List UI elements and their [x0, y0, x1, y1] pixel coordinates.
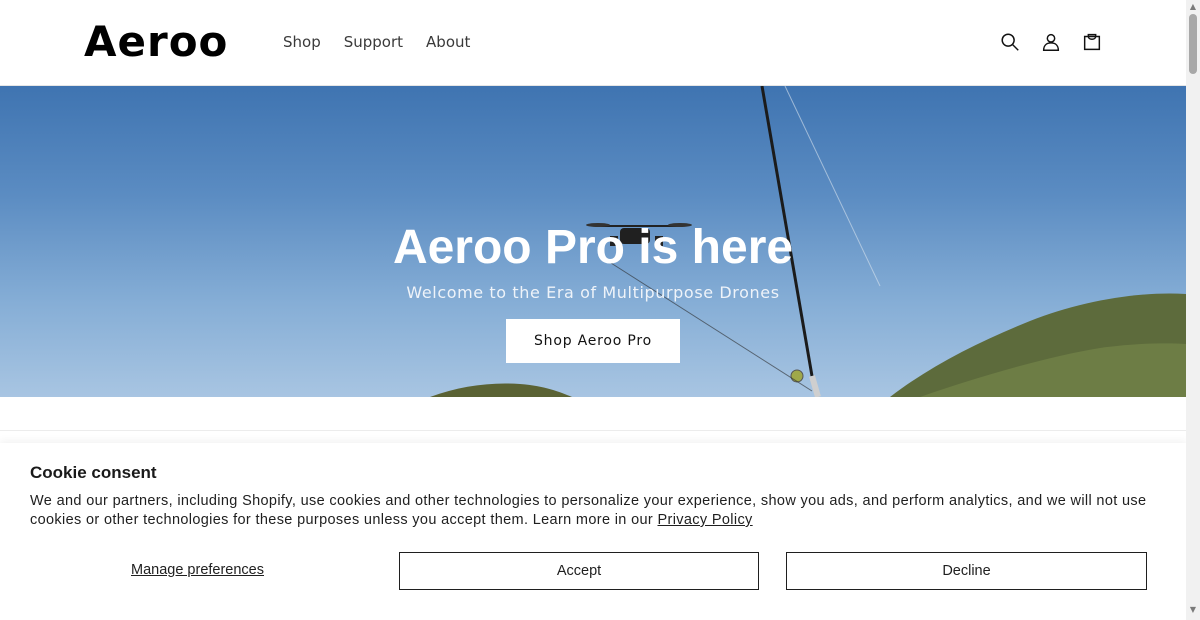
- cookie-title: Cookie consent: [30, 463, 157, 482]
- header-icons: [998, 30, 1121, 54]
- shop-aeroo-pro-button[interactable]: Shop Aeroo Pro: [506, 319, 680, 363]
- privacy-policy-link[interactable]: Privacy Policy: [658, 512, 753, 528]
- nav-about[interactable]: About: [426, 32, 470, 52]
- nav-shop[interactable]: Shop: [283, 32, 321, 52]
- manage-preferences-link[interactable]: Manage preferences: [131, 562, 264, 578]
- hero-title: Aeroo Pro is here: [392, 221, 794, 274]
- page-scrollbar[interactable]: ▲ ▼: [1186, 0, 1200, 620]
- hero-banner: Aeroo Pro is here Welcome to the Era of …: [0, 86, 1186, 397]
- search-icon[interactable]: [998, 30, 1022, 54]
- scroll-up-icon[interactable]: ▲: [1189, 3, 1197, 11]
- section-divider: [0, 430, 1186, 431]
- decline-button[interactable]: Decline: [786, 552, 1147, 590]
- hero-subtitle: Welcome to the Era of Multipurpose Drone…: [406, 283, 780, 302]
- cart-icon[interactable]: [1080, 30, 1104, 54]
- account-icon[interactable]: [1039, 30, 1063, 54]
- scroll-thumb[interactable]: [1189, 14, 1197, 74]
- site-header: Aeroo Shop Support About: [0, 0, 1186, 86]
- scroll-down-icon[interactable]: ▼: [1189, 606, 1197, 614]
- main-nav: Shop Support About: [283, 32, 493, 52]
- cookie-text: We and our partners, including Shopify, …: [30, 492, 1155, 530]
- nav-support[interactable]: Support: [344, 32, 403, 52]
- site-logo[interactable]: Aeroo: [84, 16, 228, 68]
- accept-button[interactable]: Accept: [399, 552, 759, 590]
- cookie-body-text: We and our partners, including Shopify, …: [30, 493, 1147, 528]
- cookie-consent-banner: Cookie consent We and our partners, incl…: [0, 443, 1186, 620]
